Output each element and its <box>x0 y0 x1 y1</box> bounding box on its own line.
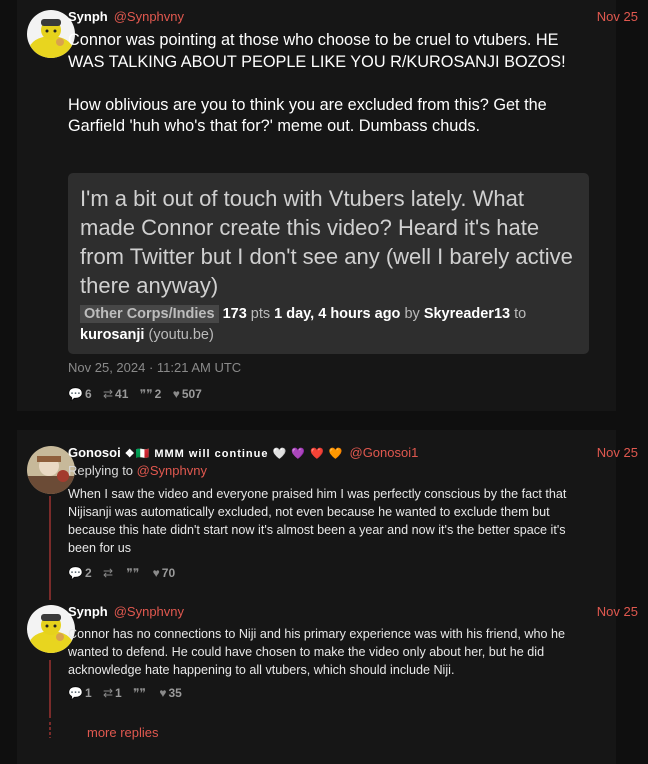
retweet-count[interactable]: ⇄ 41 <box>103 387 128 401</box>
quote-count[interactable]: ❞❞ 2 <box>140 387 162 401</box>
retweet-count[interactable]: ⇄ 1 <box>103 686 122 700</box>
subreddit-link[interactable]: kurosanji <box>80 327 144 343</box>
quote-count[interactable]: ❞❞ <box>126 566 141 580</box>
quote-count[interactable]: ❞❞ <box>133 686 148 700</box>
reply1-text: When I saw the video and everyone praise… <box>68 487 567 555</box>
link-card-meta: Other Corps/Indies 173 pts 1 day, 4 hour… <box>80 304 585 346</box>
username[interactable]: Gonosoi <box>68 445 121 460</box>
points: 173 <box>222 306 247 322</box>
quote-icon: ❞❞ <box>126 566 140 580</box>
like-count[interactable]: ♥ 70 <box>153 566 175 580</box>
tweet-text: Connor was pointing at those who choose … <box>68 31 566 135</box>
link-domain: (youtu.be) <box>148 327 214 343</box>
reply-count[interactable]: 💬 1 <box>68 686 92 700</box>
heart-icon: ♥ <box>152 566 160 580</box>
thread-line <box>49 496 51 600</box>
quote-icon: ❞❞ <box>133 686 146 700</box>
tweet-date[interactable]: Nov 25 <box>597 604 638 619</box>
reply1-stats: 💬 2 ⇄ ❞❞ ♥ 70 <box>68 566 183 582</box>
heart-icon: ♥ <box>172 387 180 401</box>
display-name-badges: ❖🇮🇹 MMM will continue 🤍 💜 ❤️ 🧡 <box>124 448 344 460</box>
tweet-timestamp[interactable]: Nov 25, 2024 · 11:21 AM UTC <box>68 360 241 375</box>
comment-icon: 💬 <box>68 387 83 401</box>
retweet-icon: ⇄ <box>102 686 114 700</box>
user-handle[interactable]: @Gonosoi1 <box>350 445 419 460</box>
heart-icon: ♥ <box>159 686 167 700</box>
tweet-date[interactable]: Nov 25 <box>597 445 638 460</box>
thread-line <box>49 660 51 718</box>
username[interactable]: Synph <box>68 9 108 24</box>
like-count[interactable]: ♥ 507 <box>173 387 202 401</box>
comment-icon: 💬 <box>68 686 83 700</box>
retweet-count[interactable]: ⇄ <box>103 566 115 580</box>
reply1-header: Gonosoi ❖🇮🇹 MMM will continue 🤍 💜 ❤️ 🧡 @Go… <box>68 445 638 463</box>
tweet-header: Synph @Synphvny Nov 25 <box>68 9 638 27</box>
reply-thread-card <box>17 430 616 764</box>
reply2-stats: 💬 1 ⇄ 1 ❞❞ ♥ 35 <box>68 686 190 702</box>
reply2-header: Synph @Synphvny Nov 25 <box>68 604 638 622</box>
flair-tag: Other Corps/Indies <box>80 305 219 323</box>
reply2-text: Connor has no connections to Niji and hi… <box>68 627 566 677</box>
to-label: to <box>514 306 527 322</box>
link-card-title[interactable]: I'm a bit out of touch with Vtubers late… <box>80 184 580 300</box>
tweet-date[interactable]: Nov 25 <box>597 9 638 24</box>
reply-count[interactable]: 💬 2 <box>68 566 92 580</box>
post-author[interactable]: Skyreader13 <box>424 306 510 322</box>
user-handle[interactable]: @Synphvny <box>114 9 184 24</box>
thread-dots <box>49 722 51 738</box>
replying-to: Replying to @Synphvny <box>68 463 207 478</box>
post-age: 1 day, 4 hours ago <box>274 306 401 322</box>
points-unit: pts <box>250 306 271 322</box>
retweet-icon: ⇄ <box>102 566 114 580</box>
more-replies-link[interactable]: more replies <box>87 725 159 740</box>
retweet-icon: ⇄ <box>102 387 114 401</box>
reply-count[interactable]: 💬 6 <box>68 387 92 401</box>
embedded-link-card[interactable]: I'm a bit out of touch with Vtubers late… <box>68 173 589 354</box>
quote-icon: ❞❞ <box>139 387 153 401</box>
replying-to-handle[interactable]: @Synphvny <box>137 463 207 478</box>
user-handle[interactable]: @Synphvny <box>114 604 184 619</box>
username[interactable]: Synph <box>68 604 108 619</box>
like-count[interactable]: ♥ 35 <box>159 686 181 700</box>
by-label: by <box>404 306 420 322</box>
tweet-stats: 💬 6 ⇄ 41 ❞❞ 2 ♥ 507 <box>68 387 210 403</box>
comment-icon: 💬 <box>68 566 83 580</box>
